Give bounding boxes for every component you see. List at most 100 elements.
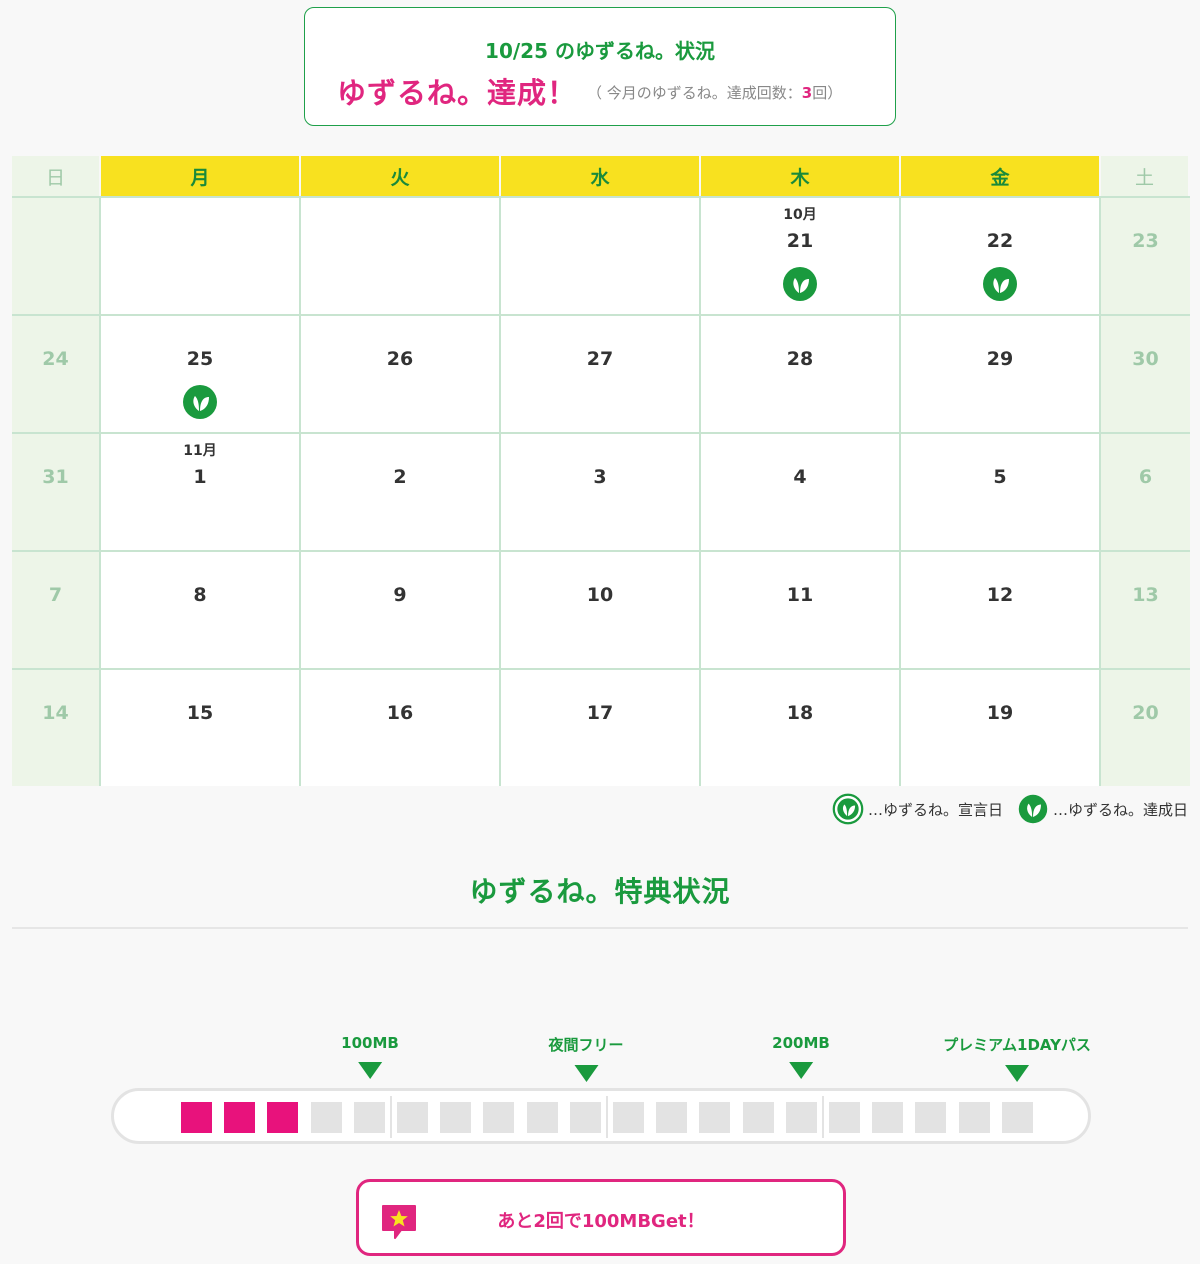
calendar-day[interactable]: 8 [101,552,301,668]
calendar-day[interactable]: 4 [701,434,901,550]
day-number: 23 [1132,230,1159,252]
progress-track [111,1088,1091,1144]
calendar-day[interactable]: 14 [12,670,101,786]
section-divider [12,927,1188,929]
milestone-label: 夜間フリー [548,1036,624,1054]
day-number: 14 [42,702,69,724]
day-number: 9 [393,584,407,606]
calendar-day[interactable]: 6 [1101,434,1190,550]
milestone-label: 100MB [341,1034,399,1052]
milestone-divider [389,1096,392,1138]
calendar: 日月火水木金土 10月 21 22 23 24 25 26 27 28 29 30 31 11月 1 2 3 4… [12,156,1190,786]
progress-segment-empty [440,1102,472,1133]
calendar-day[interactable]: 12 [901,552,1101,668]
calendar-day[interactable]: 23 [1101,198,1190,314]
achieved-mark-icon [1018,794,1048,824]
progress-segment-empty [915,1102,947,1133]
progress-segment-empty [569,1102,601,1133]
calendar-day[interactable]: 9 [301,552,501,668]
calendar-day[interactable]: 3 [501,434,701,550]
progress-segment-empty [699,1102,731,1133]
month-label: 10月 [783,207,817,223]
weekday-header: 月 [101,156,301,196]
calendar-day[interactable]: 10 [501,552,701,668]
day-number: 17 [586,702,614,724]
milestone-label: 200MB [772,1034,830,1052]
progress-segment-empty [613,1102,644,1133]
calendar-day[interactable]: 19 [901,670,1101,786]
calendar-day[interactable]: 25 [101,316,301,432]
legend: …ゆずるね。宣言日 …ゆずるね。達成日 [818,793,1188,825]
calendar-day[interactable]: 20 [1101,670,1190,786]
calendar-day [301,198,501,314]
calendar-day[interactable]: 2 [301,434,501,550]
calendar-day[interactable]: 27 [501,316,701,432]
calendar-week: 7 8 9 10 11 12 13 [12,552,1190,670]
calendar-day[interactable]: 22 [901,198,1101,314]
calendar-day[interactable]: 11 [701,552,901,668]
calendar-week: 31 11月 1 2 3 4 5 6 [12,434,1190,552]
calendar-day[interactable]: 29 [901,316,1101,432]
calendar-day[interactable]: 7 [12,552,101,668]
day-number: 15 [186,702,214,724]
month-label: 11月 [183,443,217,459]
progress-segment-empty [353,1102,385,1133]
milestone-divider [605,1096,608,1138]
progress-segment-empty [785,1102,817,1133]
calendar-day[interactable]: 28 [701,316,901,432]
achieved-count: 3 [801,84,813,102]
calendar-header: 日月火水木金土 [12,156,1190,196]
day-number: 13 [1132,584,1159,606]
milestone-label: プレミアム1DAYパス [943,1036,1091,1054]
legend-declared-label: …ゆずるね。宣言日 [867,800,1003,819]
down-arrow-icon [573,1065,598,1082]
calendar-day[interactable]: 13 [1101,552,1190,668]
achieved-mark-icon [983,267,1017,301]
next-reward-text: あと2回で100MBGet！ [497,1211,705,1232]
calendar-day[interactable]: 26 [301,316,501,432]
calendar-day[interactable]: 24 [12,316,101,432]
status-note: （ 今月のゆずるね。達成回数：3回） [587,82,842,103]
weekday-header: 土 [1101,156,1190,196]
calendar-week: 14 15 16 17 18 19 20 [12,670,1190,786]
day-number: 6 [1138,466,1153,488]
calendar-week: 10月 21 22 23 [12,198,1190,316]
weekday-header: 木 [701,156,901,196]
day-number: 22 [986,230,1014,252]
calendar-day[interactable]: 17 [501,670,701,786]
progress-segment-empty [483,1102,515,1133]
day-number: 18 [786,702,814,724]
weekday-header: 水 [501,156,701,196]
calendar-day[interactable]: 10月 21 [701,198,901,314]
calendar-day[interactable]: 30 [1101,316,1190,432]
calendar-day[interactable]: 18 [701,670,901,786]
day-number: 31 [42,466,69,488]
benefits-title: ゆずるね。特典状況 [469,875,731,908]
progress-segment-empty [958,1102,990,1133]
calendar-day[interactable]: 16 [301,670,501,786]
day-number: 19 [986,702,1014,724]
progress-segment-empty [1001,1102,1033,1133]
achieved-mark-icon [783,267,817,301]
day-number: 24 [42,348,69,370]
calendar-day[interactable]: 11月 1 [101,434,301,550]
progress-segment-filled [267,1102,299,1133]
progress-segment-filled [181,1102,212,1133]
milestone-divider [821,1096,824,1138]
calendar-day[interactable]: 5 [901,434,1101,550]
day-number: 4 [793,466,807,488]
calendar-day[interactable]: 15 [101,670,301,786]
weekday-header: 金 [901,156,1101,196]
milestone-night-free: 夜間フリー [548,1034,624,1082]
calendar-day[interactable]: 31 [12,434,101,550]
calendar-day [101,198,301,314]
status-title: 10/25 のゆずるね。状況 [485,39,715,63]
progress-segment-empty [656,1102,688,1133]
day-number: 29 [986,348,1014,370]
day-number: 28 [786,348,814,370]
down-arrow-icon [357,1062,382,1079]
legend-achieved-label: …ゆずるね。達成日 [1052,800,1188,819]
down-arrow-icon [788,1062,813,1079]
weekday-header: 火 [301,156,501,196]
day-number: 27 [586,348,614,370]
